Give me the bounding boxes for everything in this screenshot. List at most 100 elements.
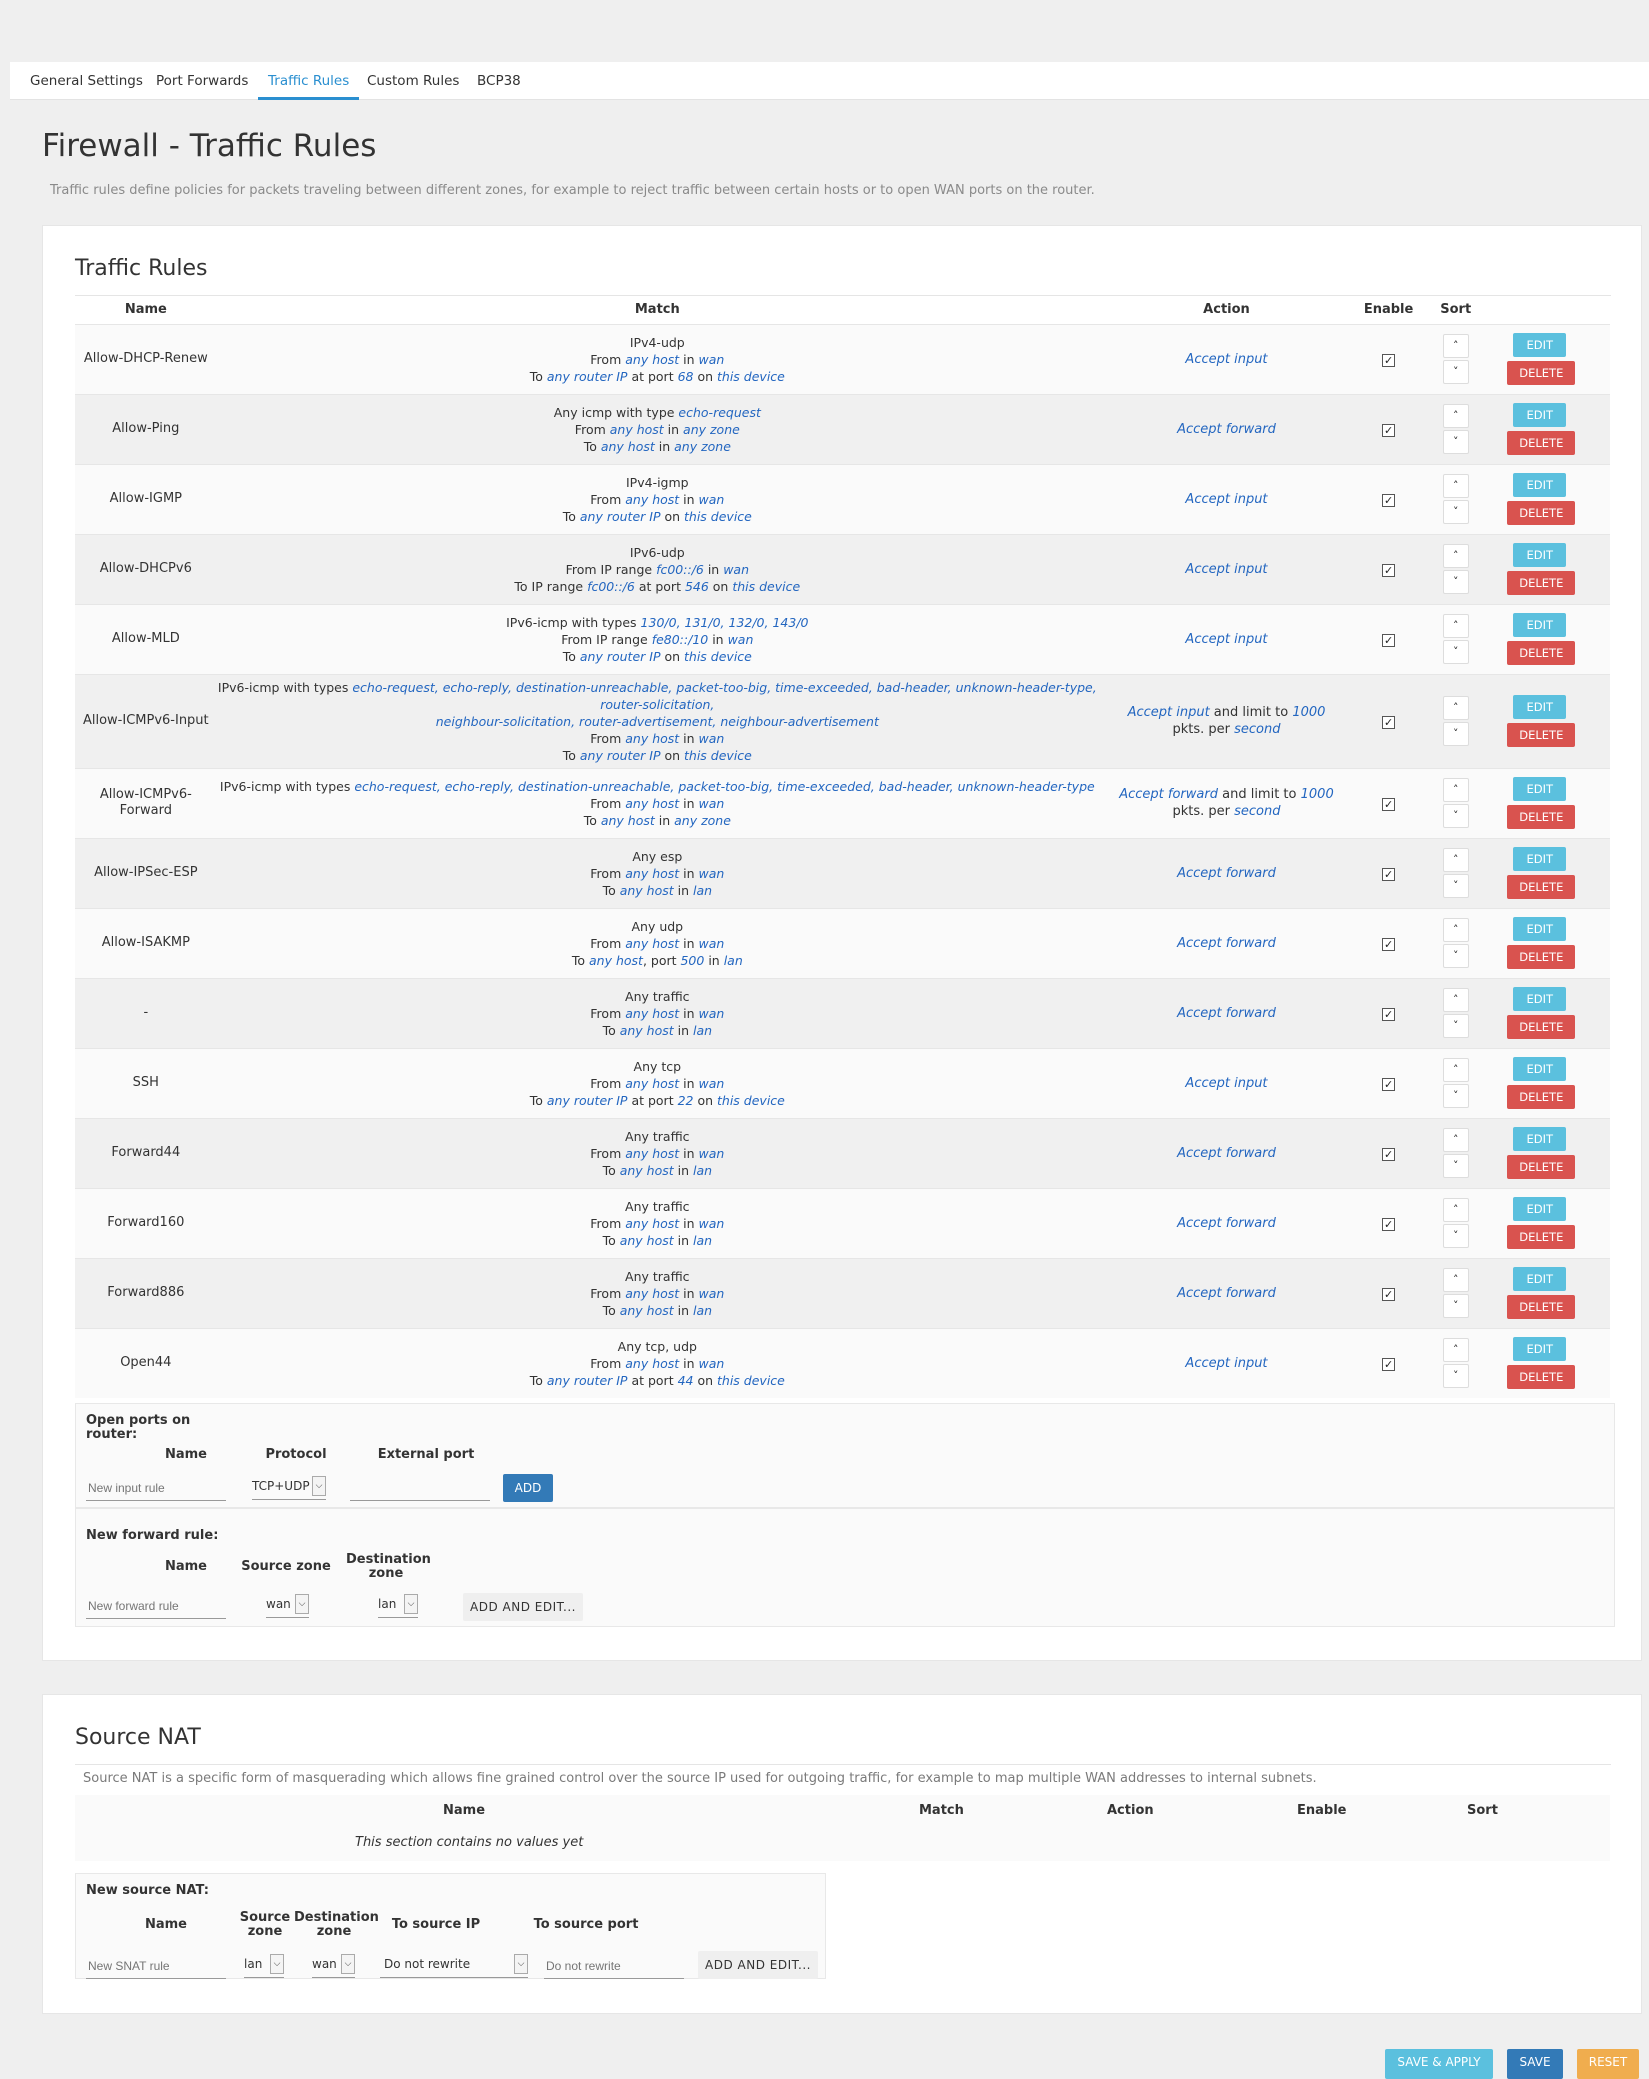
value-link[interactable]: any host xyxy=(620,1163,674,1178)
value-link[interactable]: second xyxy=(1234,804,1280,819)
delete-button[interactable]: DELETE xyxy=(1507,1225,1576,1249)
value-link[interactable]: any router IP xyxy=(547,369,628,384)
value-link[interactable]: fe80::/10 xyxy=(652,632,709,647)
enable-checkbox[interactable]: ✓ xyxy=(1382,493,1396,507)
value-link[interactable]: wan xyxy=(699,866,725,881)
enable-checkbox[interactable]: ✓ xyxy=(1382,1147,1396,1161)
move-down-icon[interactable]: ˅ xyxy=(1442,1084,1469,1108)
value-link[interactable]: Accept forward xyxy=(1177,422,1276,437)
value-link[interactable]: 130/0, 131/0, 132/0, 143/0 xyxy=(641,615,809,630)
value-link[interactable]: fc00::/6 xyxy=(587,579,635,594)
delete-button[interactable]: DELETE xyxy=(1507,1015,1576,1039)
edit-button[interactable]: EDIT xyxy=(1513,1127,1567,1151)
value-link[interactable]: any host xyxy=(620,883,674,898)
add-and-edit-snat-button[interactable]: ADD AND EDIT... xyxy=(698,1951,818,1979)
to-source-ip-select[interactable]: Do not rewrite ⌵ xyxy=(380,1952,528,1978)
value-link[interactable]: wan xyxy=(699,731,725,746)
value-link[interactable]: any host xyxy=(601,439,655,454)
move-down-icon[interactable]: ˅ xyxy=(1442,874,1469,898)
value-link[interactable]: Accept forward xyxy=(1177,1216,1276,1231)
delete-button[interactable]: DELETE xyxy=(1507,805,1576,829)
tab-traffic-rules[interactable]: Traffic Rules xyxy=(258,62,360,100)
enable-checkbox[interactable]: ✓ xyxy=(1382,715,1396,729)
value-link[interactable]: Accept forward xyxy=(1177,1286,1276,1301)
edit-button[interactable]: EDIT xyxy=(1513,613,1567,637)
delete-button[interactable]: DELETE xyxy=(1507,361,1576,385)
value-link[interactable]: echo-request, echo-reply, destination-un… xyxy=(352,680,1096,712)
value-link[interactable]: lan xyxy=(693,1163,712,1178)
new-snat-name-input[interactable] xyxy=(86,1953,226,1979)
save-and-apply-button[interactable]: SAVE & APPLY xyxy=(1385,2049,1493,2079)
add-input-rule-button[interactable]: ADD xyxy=(503,1474,553,1502)
source-zone-select[interactable]: wan ⌵ xyxy=(266,1592,309,1618)
value-link[interactable]: 500 xyxy=(680,953,704,968)
value-link[interactable]: any host xyxy=(625,1006,679,1021)
value-link[interactable]: wan xyxy=(723,562,749,577)
move-down-icon[interactable]: ˅ xyxy=(1442,1014,1469,1038)
move-down-icon[interactable]: ˅ xyxy=(1442,944,1469,968)
value-link[interactable]: any host xyxy=(625,492,679,507)
edit-button[interactable]: EDIT xyxy=(1513,403,1567,427)
value-link[interactable]: Accept forward xyxy=(1177,1006,1276,1021)
value-link[interactable]: any host xyxy=(625,352,679,367)
move-up-icon[interactable]: ˄ xyxy=(1442,1338,1469,1363)
delete-button[interactable]: DELETE xyxy=(1507,945,1576,969)
value-link[interactable]: any router IP xyxy=(580,748,661,763)
value-link[interactable]: 546 xyxy=(685,579,709,594)
value-link[interactable]: this device xyxy=(684,649,752,664)
move-down-icon[interactable]: ˅ xyxy=(1442,640,1469,664)
edit-button[interactable]: EDIT xyxy=(1513,543,1567,567)
value-link[interactable]: this device xyxy=(684,748,752,763)
move-up-icon[interactable]: ˄ xyxy=(1442,474,1469,498)
edit-button[interactable]: EDIT xyxy=(1513,695,1567,719)
move-up-icon[interactable]: ˄ xyxy=(1442,1268,1469,1292)
to-source-port-input[interactable] xyxy=(544,1953,684,1979)
value-link[interactable]: 1000 xyxy=(1301,787,1334,802)
move-down-icon[interactable]: ˅ xyxy=(1442,570,1469,594)
value-link[interactable]: wan xyxy=(699,796,725,811)
reset-button[interactable]: RESET xyxy=(1577,2049,1639,2079)
edit-button[interactable]: EDIT xyxy=(1513,777,1567,801)
value-link[interactable]: wan xyxy=(699,1286,725,1301)
value-link[interactable]: second xyxy=(1234,722,1280,737)
enable-checkbox[interactable]: ✓ xyxy=(1382,633,1396,647)
add-and-edit-forward-button[interactable]: ADD AND EDIT... xyxy=(463,1593,583,1621)
value-link[interactable]: echo-request, echo-reply, destination-un… xyxy=(354,779,1094,794)
value-link[interactable]: 1000 xyxy=(1292,705,1325,720)
move-up-icon[interactable]: ˄ xyxy=(1442,1198,1469,1222)
move-up-icon[interactable]: ˄ xyxy=(1442,1058,1469,1082)
value-link[interactable]: any host xyxy=(601,813,655,828)
value-link[interactable]: any host xyxy=(625,1146,679,1161)
move-up-icon[interactable]: ˄ xyxy=(1442,778,1469,802)
value-link[interactable]: Accept forward xyxy=(1177,866,1276,881)
move-down-icon[interactable]: ˅ xyxy=(1442,1224,1469,1248)
delete-button[interactable]: DELETE xyxy=(1507,875,1576,899)
enable-checkbox[interactable]: ✓ xyxy=(1382,353,1396,367)
tab-general-settings[interactable]: General Settings xyxy=(30,62,143,100)
value-link[interactable]: Accept input xyxy=(1128,705,1210,720)
value-link[interactable]: Accept input xyxy=(1185,1356,1267,1371)
value-link[interactable]: any host xyxy=(625,936,679,951)
enable-checkbox[interactable]: ✓ xyxy=(1382,1357,1396,1371)
move-up-icon[interactable]: ˄ xyxy=(1442,544,1469,568)
value-link[interactable]: any zone xyxy=(674,813,731,828)
value-link[interactable]: any host xyxy=(625,866,679,881)
value-link[interactable]: any zone xyxy=(683,422,740,437)
move-up-icon[interactable]: ˄ xyxy=(1442,404,1469,428)
move-down-icon[interactable]: ˅ xyxy=(1442,722,1469,746)
move-up-icon[interactable]: ˄ xyxy=(1442,696,1469,720)
enable-checkbox[interactable]: ✓ xyxy=(1382,1287,1396,1301)
move-down-icon[interactable]: ˅ xyxy=(1442,1154,1469,1178)
value-link[interactable]: any router IP xyxy=(580,509,661,524)
value-link[interactable]: wan xyxy=(699,1076,725,1091)
value-link[interactable]: echo-request xyxy=(678,405,760,420)
edit-button[interactable]: EDIT xyxy=(1513,333,1567,357)
value-link[interactable]: 44 xyxy=(678,1373,694,1388)
value-link[interactable]: lan xyxy=(693,883,712,898)
value-link[interactable]: this device xyxy=(717,1373,785,1388)
enable-checkbox[interactable]: ✓ xyxy=(1382,1077,1396,1091)
edit-button[interactable]: EDIT xyxy=(1513,473,1567,497)
new-input-rule-name-input[interactable] xyxy=(86,1475,226,1501)
protocol-select[interactable]: TCP+UDP ⌵ xyxy=(252,1474,326,1500)
enable-checkbox[interactable]: ✓ xyxy=(1382,423,1396,437)
